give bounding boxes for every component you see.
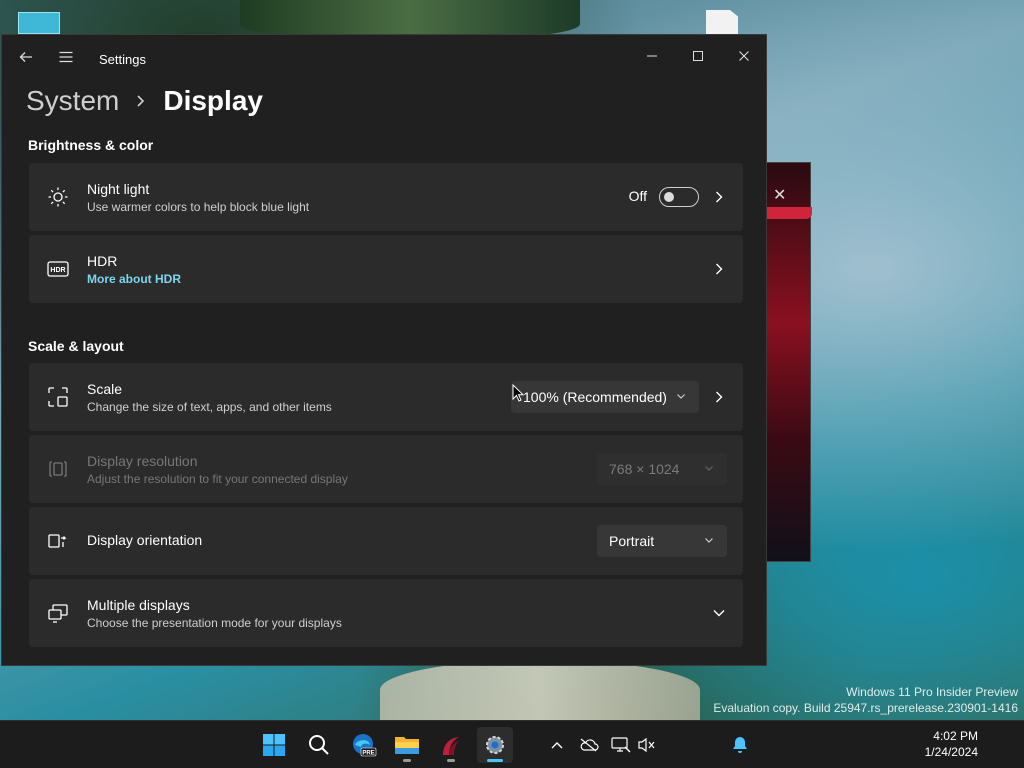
edge-preview-button[interactable]: PRE — [346, 727, 382, 763]
svg-text:HDR: HDR — [50, 267, 65, 274]
multiple-displays-icon — [46, 601, 70, 625]
maximize-button[interactable] — [675, 41, 721, 71]
scale-value: 100% (Recommended) — [523, 389, 667, 405]
scale-dropdown[interactable]: 100% (Recommended) — [511, 381, 699, 413]
file-explorer-icon — [395, 737, 419, 754]
chevron-right-icon — [135, 94, 147, 108]
settings-taskbar-button[interactable] — [477, 727, 513, 763]
chevron-down-icon — [675, 390, 687, 402]
chevron-right-icon[interactable] — [709, 387, 729, 407]
watermark-edition: Windows 11 Pro Insider Preview — [846, 685, 1018, 699]
display-resolution-title: Display resolution — [87, 453, 198, 469]
resolution-dropdown: 768 × 1024 — [597, 453, 727, 485]
taskbar-clock[interactable]: 4:02 PM 1/24/2024 — [925, 728, 978, 760]
search-button[interactable] — [301, 727, 337, 763]
page-title: Display — [163, 85, 263, 116]
resolution-icon — [46, 457, 70, 481]
onedrive-offline-icon[interactable] — [577, 733, 601, 757]
desktop-file-icon[interactable] — [706, 10, 738, 36]
hdr-card[interactable]: HDR HDR More about HDR — [29, 235, 743, 303]
scale-title: Scale — [87, 381, 123, 397]
night-light-toggle[interactable] — [659, 187, 699, 207]
chevron-up-icon[interactable] — [545, 733, 569, 757]
clock-date: 1/24/2024 — [924, 745, 978, 759]
multiple-displays-title: Multiple displays — [87, 597, 190, 613]
back-arrow-icon[interactable] — [14, 45, 38, 69]
start-icon — [263, 734, 285, 756]
scale-subtitle: Change the size of text, apps, and other… — [87, 400, 332, 414]
night-light-title: Night light — [87, 181, 150, 197]
toggle-knob — [664, 192, 674, 202]
display-orientation-title: Display orientation — [87, 532, 203, 548]
pinned-app-button[interactable] — [433, 727, 469, 763]
hdr-title: HDR — [87, 253, 118, 269]
close-icon[interactable]: ✕ — [773, 185, 786, 205]
chevron-right-icon[interactable] — [709, 259, 729, 279]
section-brightness-color: Brightness & color — [28, 137, 154, 153]
display-resolution-card: Display resolution Adjust the resolution… — [29, 435, 743, 503]
taskbar: PRE 4:02 PM 1/24/2024 — [0, 720, 1024, 768]
multiple-displays-card[interactable]: Multiple displays Choose the presentatio… — [29, 579, 743, 647]
scale-icon — [46, 385, 70, 409]
night-light-subtitle: Use warmer colors to help block blue lig… — [87, 200, 310, 214]
mouse-cursor-icon — [512, 384, 524, 402]
active-indicator — [487, 759, 503, 762]
window-title: Settings — [99, 52, 146, 67]
minimize-button[interactable] — [629, 41, 675, 71]
svg-text:PRE: PRE — [362, 750, 374, 756]
watermark-build: Evaluation copy. Build 25947.rs_prerelea… — [713, 701, 1018, 715]
display-orientation-card[interactable]: Display orientation Portrait — [29, 507, 743, 575]
settings-window: Settings System Display Brightness & col… — [1, 34, 767, 666]
background-window[interactable]: ✕ — [766, 162, 812, 562]
settings-icon — [486, 736, 504, 754]
file-explorer-button[interactable] — [389, 727, 425, 763]
breadcrumb: System Display — [26, 83, 263, 119]
running-indicator — [447, 759, 455, 762]
night-light-state: Off — [628, 188, 647, 204]
orientation-value: Portrait — [609, 533, 655, 549]
title-bar[interactable]: Settings — [2, 35, 766, 83]
close-button[interactable] — [721, 41, 766, 71]
resolution-value: 768 × 1024 — [609, 461, 680, 477]
volume-muted-icon[interactable] — [635, 733, 659, 757]
hdr-icon: HDR — [46, 257, 70, 281]
section-scale-layout: Scale & layout — [28, 338, 124, 354]
scale-card[interactable]: Scale Change the size of text, apps, and… — [29, 363, 743, 431]
background-window-bar — [767, 207, 812, 219]
orientation-icon — [46, 529, 70, 553]
start-button[interactable] — [256, 727, 292, 763]
desktop-watermark: Windows 11 Pro Insider Preview Evaluatio… — [713, 684, 1018, 716]
breadcrumb-system-link[interactable]: System — [26, 85, 119, 117]
hamburger-menu-icon[interactable] — [54, 45, 78, 69]
chevron-down-icon — [703, 534, 715, 546]
search-icon — [309, 735, 329, 755]
brightness-sun-icon — [46, 185, 70, 209]
wallpaper-beach — [380, 660, 700, 720]
display-resolution-subtitle: Adjust the resolution to fit your connec… — [87, 472, 348, 486]
orientation-dropdown[interactable]: Portrait — [597, 525, 727, 557]
edge-preview-icon: PRE — [353, 734, 377, 757]
night-light-card[interactable]: Night light Use warmer colors to help bl… — [29, 163, 743, 231]
chevron-down-icon — [703, 462, 715, 474]
chevron-down-icon[interactable] — [709, 603, 729, 623]
clock-time: 4:02 PM — [933, 729, 978, 743]
running-indicator — [403, 759, 411, 762]
desktop-icon[interactable] — [18, 12, 60, 34]
network-icon[interactable] — [609, 733, 633, 757]
chevron-right-icon[interactable] — [709, 187, 729, 207]
app-icon — [443, 737, 459, 755]
multiple-displays-subtitle: Choose the presentation mode for your di… — [87, 616, 342, 630]
more-about-hdr-link[interactable]: More about HDR — [87, 272, 181, 286]
notification-bell-icon[interactable] — [728, 733, 752, 757]
